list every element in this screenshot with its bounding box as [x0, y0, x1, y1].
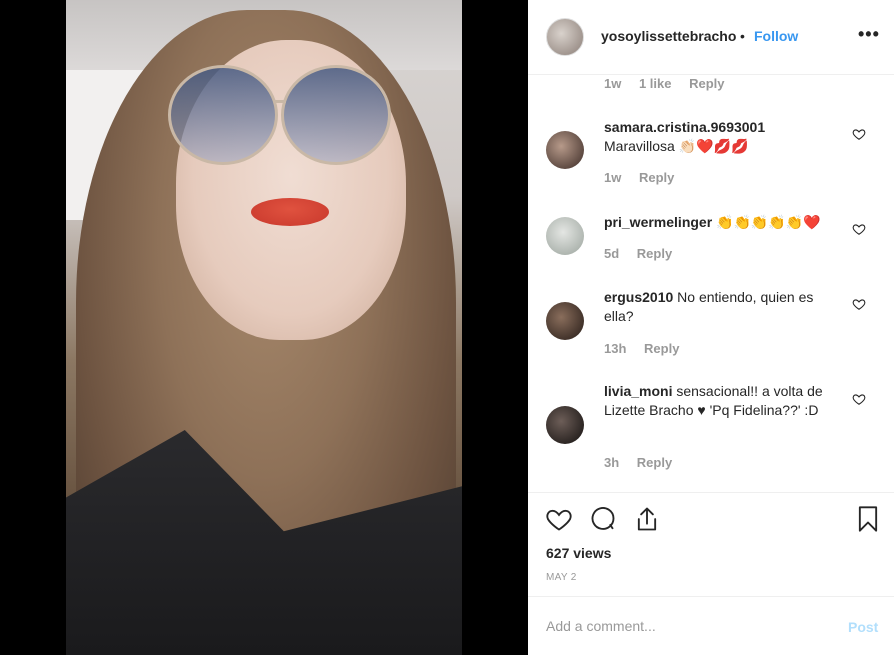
post-header: yosoylissettebracho • Follow ••• [528, 0, 894, 75]
author-username[interactable]: yosoylissettebracho [601, 28, 736, 44]
author-avatar[interactable] [546, 18, 584, 56]
reply-button[interactable]: Reply [644, 341, 679, 356]
commenter-avatar[interactable] [546, 302, 584, 340]
comment-likes[interactable]: 1 like [639, 76, 672, 91]
comment-body: 👏👏👏👏👏❤️ [716, 214, 821, 230]
bookmark-icon[interactable] [854, 505, 882, 533]
comment-body: Maravillosa 👏🏻❤️💋💋 [604, 138, 749, 154]
video-frame[interactable] [66, 0, 462, 655]
header-separator: • [740, 28, 745, 44]
post-side-panel: yosoylissettebracho • Follow ••• 1w 1 li… [528, 0, 894, 655]
comment-meta: 1w Reply [604, 170, 688, 185]
reply-button[interactable]: Reply [637, 246, 672, 261]
comment-time: 1w [604, 170, 622, 185]
reply-button[interactable]: Reply [639, 170, 674, 185]
commenter-username[interactable]: livia_moni [604, 383, 672, 399]
more-options-icon[interactable]: ••• [858, 24, 880, 45]
comment-time: 1w [604, 76, 622, 91]
sunglasses-left-lens [168, 65, 278, 165]
comment: samara.cristina.9693001 Maravillosa 👏🏻❤️… [604, 118, 844, 156]
person-lips [251, 198, 329, 226]
commenter-avatar[interactable] [546, 131, 584, 169]
commenter-username[interactable]: pri_wermelinger [604, 214, 712, 230]
comment: ergus2010 No entiendo, quien es ella? [604, 288, 844, 326]
comment: livia_moni sensacional!! a volta de Lize… [604, 382, 844, 420]
heart-icon[interactable] [545, 505, 573, 533]
comment-meta: 1w 1 like Reply [604, 76, 739, 91]
commenter-avatar[interactable] [546, 217, 584, 255]
commenter-avatar[interactable] [546, 406, 584, 444]
comment-like-icon[interactable] [852, 127, 866, 141]
commenter-username[interactable]: samara.cristina.9693001 [604, 119, 765, 135]
comment-like-icon[interactable] [852, 392, 866, 406]
post-button[interactable]: Post [848, 619, 878, 635]
sunglasses-bridge [274, 100, 286, 103]
reply-button[interactable]: Reply [689, 76, 724, 91]
comment-meta: 3h Reply [604, 455, 686, 470]
add-comment-bar: Post [528, 596, 894, 655]
follow-button[interactable]: Follow [754, 28, 798, 44]
view-count[interactable]: 627 views [546, 545, 611, 561]
share-icon[interactable] [633, 505, 661, 533]
commenter-username[interactable]: ergus2010 [604, 289, 673, 305]
comment-meta: 5d Reply [604, 246, 686, 261]
post-date[interactable]: MAY 2 [546, 572, 577, 583]
reply-button[interactable]: Reply [637, 455, 672, 470]
add-comment-input[interactable] [546, 615, 826, 637]
media-panel[interactable] [0, 0, 528, 655]
sunglasses-right-lens [281, 65, 391, 165]
post-actions: 627 views MAY 2 [528, 492, 894, 596]
comment-like-icon[interactable] [852, 222, 866, 236]
comment-time: 13h [604, 341, 627, 356]
comment-like-icon[interactable] [852, 297, 866, 311]
comment-meta: 13h Reply [604, 341, 693, 356]
comment: pri_wermelinger 👏👏👏👏👏❤️ [604, 213, 844, 232]
comment-time: 3h [604, 455, 620, 470]
comments-list[interactable]: 1w 1 like Reply samara.cristina.9693001 … [528, 76, 894, 492]
comment-icon[interactable] [589, 505, 617, 533]
comment-time: 5d [604, 246, 620, 261]
